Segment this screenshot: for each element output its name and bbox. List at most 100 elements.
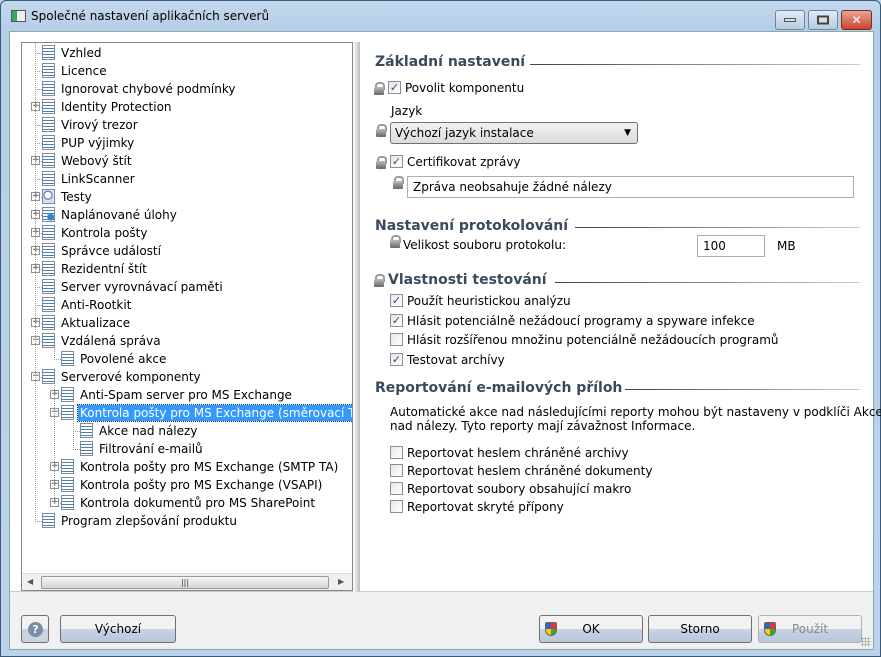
tree-item-label: LinkScanner xyxy=(61,172,135,186)
scrollbar-thumb[interactable]: ||| xyxy=(41,576,329,589)
certify-text-input[interactable]: Zpráva neobsahuje žádné nálezy xyxy=(407,176,854,198)
tree-item-label: Anti-Spam server pro MS Exchange xyxy=(80,388,292,402)
maximize-icon xyxy=(817,15,829,25)
tree-item[interactable]: + Kontrola pošty pro MS Exchange (VSAPI) xyxy=(22,476,352,494)
tree-item[interactable]: Povolené akce xyxy=(22,350,352,368)
horizontal-scrollbar[interactable]: ◀ ||| ▶ xyxy=(22,573,352,590)
settings-page-icon xyxy=(42,99,55,114)
language-label: Jazyk xyxy=(391,104,423,118)
tree-item-label: Identity Protection xyxy=(61,100,172,114)
option-label: Hlásit potenciálně nežádoucí programy a … xyxy=(407,313,755,328)
tree-item[interactable]: Filtrování e-mailů xyxy=(22,440,352,458)
tree-item[interactable]: Virový trezor xyxy=(22,116,352,134)
tree-item[interactable]: + Anti-Spam server pro MS Exchange xyxy=(22,386,352,404)
help-button[interactable]: ? xyxy=(21,615,49,643)
attachments-description-line2: nad nálezy. Tyto reporty mají závažnost … xyxy=(390,419,696,433)
log-size-input[interactable]: 100 xyxy=(697,235,765,257)
option-checkbox[interactable]: ✓ xyxy=(390,313,403,327)
settings-tree[interactable]: ◀ ||| ▶ Vzhled Licence Ignorovat chybové p… xyxy=(21,42,353,591)
tree-item[interactable]: − Vzdálená správa xyxy=(22,332,352,350)
section-heading-logging: Nastavení protokolování xyxy=(375,218,569,234)
tree-item-label: Webový štít xyxy=(61,154,132,168)
tree-item[interactable]: Vzhled xyxy=(22,44,352,62)
settings-page-icon xyxy=(42,297,55,312)
lock-icon[interactable] xyxy=(376,156,387,169)
tree-item-label: Server vyrovnávací paměti xyxy=(61,280,223,294)
resize-grip[interactable] xyxy=(861,637,871,647)
tree-item[interactable]: Program zlepšování produktu xyxy=(22,512,352,530)
minimize-button[interactable] xyxy=(775,10,805,30)
default-button[interactable]: Výchozí xyxy=(60,615,176,643)
tree-connector xyxy=(54,346,55,360)
tree-item-label: Rezidentní štít xyxy=(61,262,147,276)
section-divider xyxy=(555,282,860,283)
tree-item[interactable]: Anti-Rootkit xyxy=(22,296,352,314)
option-checkbox[interactable] xyxy=(390,482,403,495)
tree-connector xyxy=(35,521,42,522)
settings-page-icon xyxy=(42,153,55,168)
log-size-unit: MB xyxy=(777,239,796,253)
tree-item[interactable]: + Naplánované úlohy xyxy=(22,206,352,224)
panel-splitter[interactable] xyxy=(353,42,360,592)
maximize-button[interactable] xyxy=(808,10,838,30)
ok-button[interactable]: OK xyxy=(539,615,643,643)
tree-item[interactable]: + Správce událostí xyxy=(22,242,352,260)
option-checkbox[interactable] xyxy=(390,446,403,459)
option-label: Reportovat heslem chráněné dokumenty xyxy=(407,464,653,478)
settings-page-icon xyxy=(61,387,74,402)
option-checkbox[interactable] xyxy=(390,333,403,346)
tree-item[interactable]: + Rezidentní štít xyxy=(22,260,352,278)
lock-icon[interactable] xyxy=(390,235,401,248)
option-checkbox[interactable]: ✓ xyxy=(390,352,403,366)
settings-page-icon xyxy=(42,243,55,258)
tree-item[interactable]: Server vyrovnávací paměti xyxy=(22,278,352,296)
option-checkbox[interactable]: ✓ xyxy=(390,294,403,307)
minimize-icon xyxy=(784,18,796,22)
tree-item-label: Ignorovat chybové podmínky xyxy=(61,82,236,96)
tree-item[interactable]: + Kontrola dokumentů pro MS SharePoint xyxy=(22,494,352,512)
tree-item[interactable]: + Webový štít xyxy=(22,152,352,170)
enable-component-checkbox[interactable]: ✓ xyxy=(388,81,401,94)
language-dropdown[interactable]: Výchozí jazyk instalace ▼ xyxy=(390,122,638,144)
settings-page-icon xyxy=(80,441,93,456)
lock-icon[interactable] xyxy=(374,274,385,287)
scroll-left-icon[interactable]: ◀ xyxy=(27,577,33,586)
option-checkbox[interactable] xyxy=(390,464,403,477)
lock-icon[interactable] xyxy=(393,176,404,189)
option-checkbox[interactable] xyxy=(390,500,403,513)
tree-item[interactable]: + Testy xyxy=(22,188,352,206)
title-bar[interactable]: Společné nastavení aplikačních serverů ✕ xyxy=(1,1,880,31)
tree-item[interactable]: + Kontrola pošty pro MS Exchange (SMTP TA… xyxy=(22,458,352,476)
scroll-right-icon[interactable]: ▶ xyxy=(338,577,344,586)
tree-item[interactable]: LinkScanner xyxy=(22,170,352,188)
option-label: Hlásit rozšířenou množinu potenciálně ne… xyxy=(407,333,779,347)
log-size-label: Velikost souboru protokolu: xyxy=(403,238,566,252)
tree-item[interactable]: − Kontrola pošty pro MS Exchange (směrova… xyxy=(22,404,352,422)
option-label: Testovat archívy xyxy=(407,352,505,367)
close-button[interactable]: ✕ xyxy=(841,10,872,30)
tree-item-label: Vzhled xyxy=(61,46,102,60)
attachments-description-line1: Automatické akce nad následujícími repor… xyxy=(390,405,881,419)
option-label: Reportovat soubory obsahující makro xyxy=(407,482,632,496)
tree-item[interactable]: Licence xyxy=(22,62,352,80)
lock-icon[interactable] xyxy=(374,82,385,95)
tree-item[interactable]: Akce nad nálezy xyxy=(22,422,352,440)
tree-item[interactable]: Ignorovat chybové podmínky xyxy=(22,80,352,98)
lock-icon[interactable] xyxy=(376,124,387,137)
tree-item-label: Program zlepšování produktu xyxy=(61,514,237,528)
tree-item[interactable]: − Serverové komponenty xyxy=(22,368,352,386)
section-heading-scan: Vlastnosti testování xyxy=(388,272,547,288)
tree-item[interactable]: + Identity Protection xyxy=(22,98,352,116)
tree-item[interactable]: + Kontrola pošty xyxy=(22,224,352,242)
tree-connector xyxy=(35,179,42,180)
apply-button[interactable]: Použít xyxy=(758,615,862,643)
tree-connector xyxy=(35,287,42,288)
certify-checkbox[interactable]: ✓ xyxy=(390,155,403,168)
tree-connector xyxy=(54,359,61,360)
ok-label: OK xyxy=(582,622,600,636)
tree-item[interactable]: PUP výjimky xyxy=(22,134,352,152)
tree-item[interactable]: + Aktualizace xyxy=(22,314,352,332)
settings-page-icon xyxy=(42,279,55,294)
settings-page-icon xyxy=(61,495,74,510)
cancel-button[interactable]: Storno xyxy=(648,615,752,643)
